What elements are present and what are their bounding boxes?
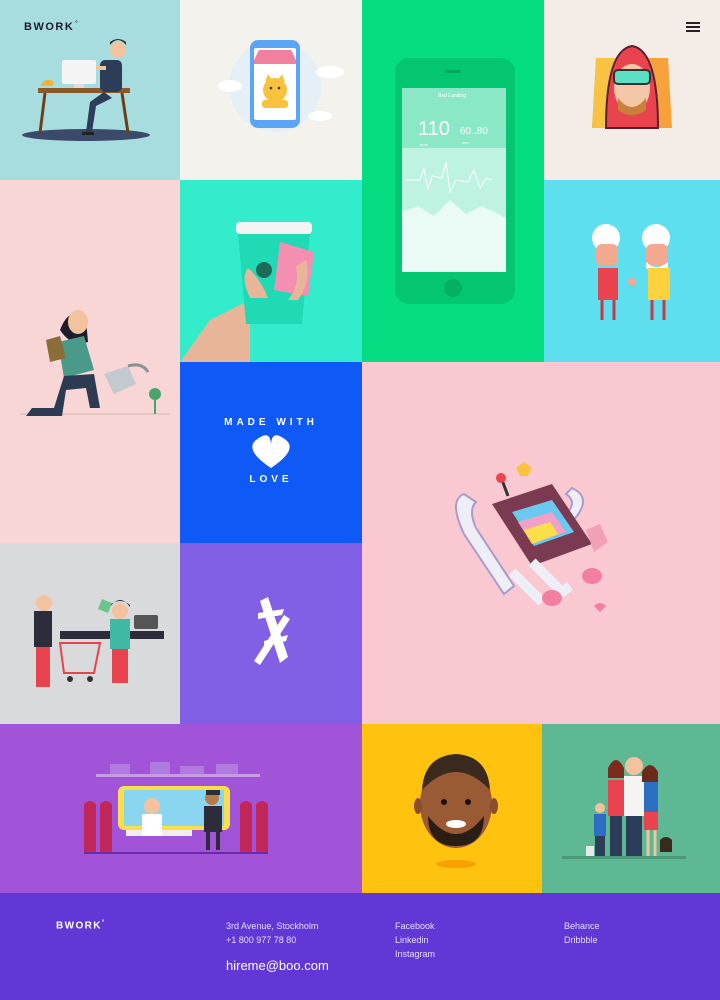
family-illustration [562, 757, 686, 859]
shop-app-illustration [218, 40, 344, 132]
x-brush-mark [254, 597, 290, 665]
footer-logo-mark: ° [101, 920, 106, 926]
tile-gardener[interactable] [0, 180, 180, 543]
face-illustration [414, 754, 498, 868]
phone-bpm-value: 110 [418, 118, 450, 140]
gardener-illustration [20, 310, 170, 416]
shopping-illustration [34, 595, 164, 687]
footer-link-behance[interactable]: Behance [564, 919, 600, 933]
phone-bpm-unit: bpm [420, 142, 428, 147]
footer-link-dribbble[interactable]: Dribbble [564, 933, 600, 947]
elders-illustration [592, 224, 670, 320]
tile-coffee-cup[interactable] [180, 180, 362, 362]
phone-mockup-illustration [395, 58, 515, 304]
phone-pressure-value: 60..80 [460, 126, 488, 137]
footer-social-col2: Behance Dribbble [564, 919, 600, 947]
tile-phone-mockup[interactable]: Bed Landing 110 bpm 60..80 mm [362, 0, 544, 362]
site-footer [0, 893, 720, 1000]
footer-phone[interactable]: +1 800 977 78 80 [226, 933, 318, 947]
logo-text: BWORK [24, 21, 75, 33]
tile-family[interactable] [542, 724, 720, 893]
badge-ring-text-bottom: LOVE [249, 474, 293, 485]
footer-logo[interactable]: BWORK° [56, 920, 106, 931]
footer-link-instagram[interactable]: Instagram [395, 947, 435, 961]
footer-contact: 3rd Avenue, Stockholm +1 800 977 78 80 [226, 919, 318, 947]
coffee-cup-illustration [180, 222, 314, 362]
footer-social-col1: Facebook Linkedin Instagram [395, 919, 435, 961]
tile-shopping[interactable] [0, 543, 180, 724]
footer-logo-text: BWORK [56, 920, 102, 932]
footer-link-linkedin[interactable]: Linkedin [395, 933, 435, 947]
site-logo[interactable]: BWORK° [24, 21, 79, 33]
tile-robot[interactable] [362, 362, 720, 724]
tile-train[interactable] [0, 724, 362, 893]
badge-ring-text-top: MADE WITH [224, 417, 318, 428]
train-illustration [84, 762, 268, 854]
footer-email-link[interactable]: hireme@boo.com [226, 958, 329, 973]
footer-address: 3rd Avenue, Stockholm [226, 921, 319, 931]
tile-face[interactable] [362, 724, 542, 893]
tile-x-mark[interactable] [180, 543, 362, 724]
hamburger-menu-icon[interactable] [686, 20, 700, 32]
tile-elders[interactable] [544, 180, 720, 362]
footer-link-facebook[interactable]: Facebook [395, 919, 435, 933]
robot-illustration [455, 462, 608, 612]
tile-shop-app[interactable] [180, 0, 362, 180]
logo-mark: ° [75, 21, 80, 28]
phone-pressure-unit: mm [462, 140, 469, 145]
made-with-love-badge [252, 435, 290, 468]
phone-app-title: Bed Landing [438, 93, 467, 99]
tile-made-with-love[interactable]: MADE WITH LOVE [180, 362, 362, 543]
